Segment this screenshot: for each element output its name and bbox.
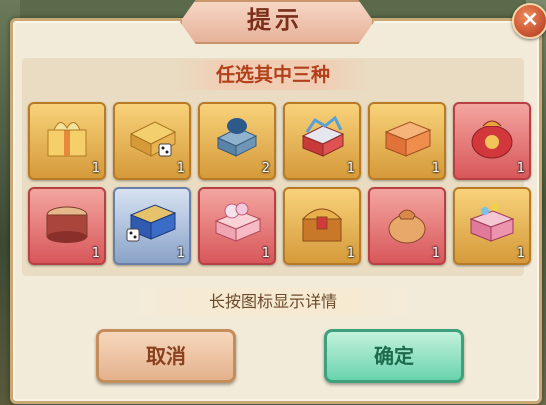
long-press-hint: 长按图标显示详情 bbox=[208, 292, 337, 311]
item-count: 2 bbox=[261, 161, 270, 176]
item-count: 1 bbox=[516, 246, 525, 261]
item-count: 1 bbox=[176, 161, 185, 176]
item-slot[interactable]: 2 bbox=[198, 102, 276, 180]
item-slot[interactable]: 1 bbox=[28, 102, 106, 180]
item-count: 1 bbox=[431, 246, 440, 261]
octagon-box-icon bbox=[46, 206, 88, 243]
close-button[interactable]: × bbox=[512, 3, 546, 39]
orange-chest-icon bbox=[384, 121, 432, 157]
item-slot[interactable]: 1 bbox=[283, 102, 361, 180]
item-slot[interactable]: 1 bbox=[28, 187, 106, 265]
item-slot[interactable]: 1 bbox=[198, 187, 276, 265]
confirm-button[interactable]: 确定 bbox=[324, 329, 464, 383]
item-count: 1 bbox=[516, 161, 525, 176]
item-slot[interactable]: 1 bbox=[283, 187, 361, 265]
blue-bird-box-icon bbox=[216, 118, 258, 157]
jewel-chest-icon bbox=[469, 203, 515, 242]
item-slot[interactable]: 1 bbox=[113, 187, 191, 265]
gold-dice-box-icon bbox=[129, 121, 177, 157]
cancel-button[interactable]: 取消 bbox=[96, 329, 236, 383]
item-count: 1 bbox=[176, 246, 185, 261]
item-count: 1 bbox=[261, 246, 270, 261]
item-count: 1 bbox=[346, 161, 355, 176]
blue-dice-box-icon bbox=[126, 204, 177, 242]
item-slot[interactable]: 1 bbox=[368, 187, 446, 265]
red-treasure-chest-icon bbox=[301, 115, 345, 157]
item-count: 1 bbox=[91, 246, 100, 261]
item-slot[interactable]: 1 bbox=[453, 187, 531, 265]
golden-gift-box-icon bbox=[47, 122, 87, 157]
flower-gift-box-icon bbox=[214, 202, 262, 242]
selection-instruction: 任选其中三种 bbox=[215, 64, 330, 86]
red-pouch-icon bbox=[471, 120, 513, 159]
item-slot[interactable]: 1 bbox=[368, 102, 446, 180]
item-count: 1 bbox=[91, 161, 100, 176]
golden-treasure-chest-icon bbox=[301, 208, 343, 242]
item-slot[interactable]: 1 bbox=[453, 102, 531, 180]
item-count: 1 bbox=[431, 161, 440, 176]
item-slot[interactable]: 1 bbox=[113, 102, 191, 180]
dialog-title: 提示 bbox=[247, 6, 303, 34]
item-count: 1 bbox=[346, 246, 355, 261]
gold-pouch-icon bbox=[388, 209, 426, 244]
